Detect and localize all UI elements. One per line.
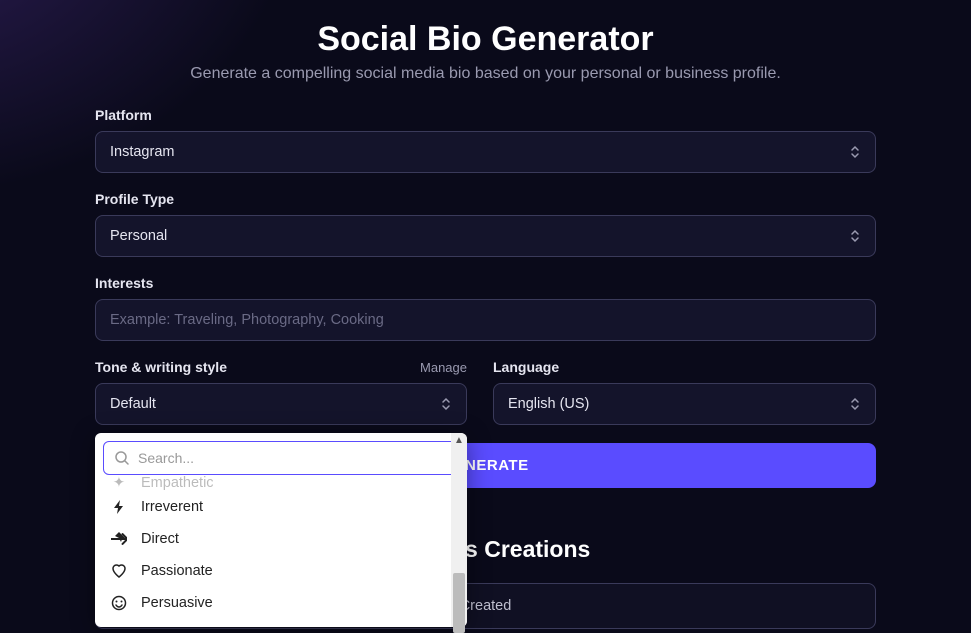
dropdown-scrollbar[interactable]: ▲ xyxy=(451,433,467,627)
platform-select[interactable]: Instagram xyxy=(95,131,876,173)
tone-label: Tone & writing style xyxy=(95,359,227,375)
tone-option[interactable]: Persuasive xyxy=(103,587,459,619)
tone-dropdown: ✦ Empathetic Irreverent Direct xyxy=(95,433,467,627)
page-title: Social Bio Generator xyxy=(95,20,876,59)
tone-option[interactable]: Direct xyxy=(103,523,459,555)
language-select[interactable]: English (US) xyxy=(493,383,876,425)
language-value: English (US) xyxy=(508,396,589,412)
chevron-updown-icon xyxy=(849,228,861,244)
platform-value: Instagram xyxy=(110,144,174,160)
arrow-icon xyxy=(109,531,129,547)
smile-icon xyxy=(109,595,129,611)
chevron-updown-icon xyxy=(440,396,452,412)
tone-option[interactable]: Passionate xyxy=(103,555,459,587)
profile-type-label: Profile Type xyxy=(95,191,876,207)
language-label: Language xyxy=(493,359,876,375)
chevron-updown-icon xyxy=(849,396,861,412)
tone-option[interactable]: Irreverent xyxy=(103,491,459,523)
tone-option-label: Direct xyxy=(141,531,179,547)
tone-option-label: Empathetic xyxy=(141,475,214,491)
interests-input[interactable] xyxy=(95,299,876,341)
tone-value: Default xyxy=(110,396,156,412)
interests-label: Interests xyxy=(95,275,876,291)
manage-link[interactable]: Manage xyxy=(420,360,467,375)
tone-option-label: Passionate xyxy=(141,563,213,579)
heart-icon xyxy=(109,563,129,579)
scroll-up-icon[interactable]: ▲ xyxy=(454,435,464,446)
bolt-icon xyxy=(109,499,129,515)
dropdown-search[interactable] xyxy=(103,441,459,475)
tone-option[interactable]: ✦ Empathetic xyxy=(103,475,459,491)
platform-label: Platform xyxy=(95,107,876,123)
sparkle-icon: ✦ xyxy=(109,475,129,491)
profile-type-select[interactable]: Personal xyxy=(95,215,876,257)
dropdown-search-input[interactable] xyxy=(138,450,448,466)
chevron-updown-icon xyxy=(849,144,861,160)
search-icon xyxy=(114,450,130,466)
tone-select[interactable]: Default xyxy=(95,383,467,425)
scroll-thumb[interactable] xyxy=(453,573,465,633)
tone-option-label: Irreverent xyxy=(141,499,203,515)
page-subtitle: Generate a compelling social media bio b… xyxy=(95,65,876,83)
profile-type-value: Personal xyxy=(110,228,167,244)
tone-option-label: Persuasive xyxy=(141,595,213,611)
